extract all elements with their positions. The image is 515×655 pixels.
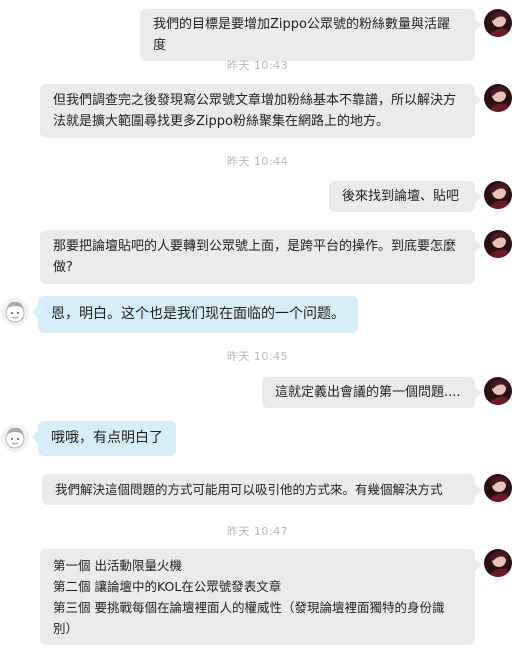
- sketch-face-avatar-icon: [1, 424, 29, 452]
- message-text: 哦哦，有点明白了: [51, 430, 163, 446]
- message-bubble[interactable]: 但我們調查完之後發現寫公眾號文章增加粉絲基本不靠譜，所以解決方法就是擴大範圍尋找…: [40, 84, 481, 138]
- message-text: 我們解決這個問題的方式可能用可以吸引他的方式來。有幾個解決方式: [55, 482, 443, 497]
- message-text: 這就定義出會議的第一個問題....: [275, 385, 461, 400]
- chat-window: 我們的目標是要增加Zippo公眾號的粉絲數量與活躍度 昨天 10:43 但我們調…: [0, 0, 515, 655]
- dark-portrait-avatar-icon: [484, 377, 512, 405]
- dark-portrait-avatar-icon: [484, 474, 512, 502]
- message-bubble[interactable]: 我們解決這個問題的方式可能用可以吸引他的方式來。有幾個解決方式: [42, 474, 481, 505]
- message-bubble[interactable]: 哦哦，有点明白了: [32, 421, 176, 456]
- message-line: 第三個 要挑戰每個在論壇裡面人的權威性（發現論壇裡面獨特的身份識別）: [53, 600, 445, 636]
- avatar[interactable]: [1, 424, 29, 452]
- message-bubble[interactable]: 恩，明白。这个也是我们现在面临的一个问题。: [32, 296, 358, 333]
- message-text: 但我們調查完之後發現寫公眾號文章增加粉絲基本不靠譜，所以解決方法就是擴大範圍尋找…: [53, 93, 457, 129]
- message-bubble[interactable]: 那要把論壇貼吧的人要轉到公眾號上面，是跨平台的操作。到底要怎麼做?: [40, 230, 481, 284]
- message-text: 恩，明白。这个也是我们现在面临的一个问题。: [51, 306, 345, 322]
- timestamp: 昨天 10:47: [226, 525, 289, 538]
- avatar[interactable]: [484, 377, 512, 405]
- message-line: 第一個 出活動限量火機: [53, 558, 182, 573]
- avatar[interactable]: [484, 549, 512, 577]
- dark-portrait-avatar-icon: [484, 181, 512, 209]
- avatar[interactable]: [484, 474, 512, 502]
- timestamp: 昨天 10:44: [226, 155, 289, 168]
- timestamp: 昨天 10:43: [226, 59, 289, 72]
- avatar[interactable]: [484, 181, 512, 209]
- dark-portrait-avatar-icon: [484, 84, 512, 112]
- message-bubble[interactable]: 我們的目標是要增加Zippo公眾號的粉絲數量與活躍度: [140, 9, 481, 61]
- dark-portrait-avatar-icon: [484, 9, 512, 37]
- message-bubble[interactable]: 後來找到論壇、貼吧: [329, 181, 481, 212]
- dark-portrait-avatar-icon: [484, 230, 512, 258]
- message-text: 那要把論壇貼吧的人要轉到公眾號上面，是跨平台的操作。到底要怎麼做?: [53, 239, 457, 275]
- avatar[interactable]: [484, 9, 512, 37]
- avatar[interactable]: [484, 230, 512, 258]
- message-text: 我們的目標是要增加Zippo公眾號的粉絲數量與活躍度: [153, 17, 450, 53]
- message-bubble[interactable]: 這就定義出會議的第一個問題....: [262, 377, 481, 408]
- dark-portrait-avatar-icon: [484, 549, 512, 577]
- message-line: 第二個 讓論壇中的KOL在公眾號發表文章: [53, 579, 282, 594]
- message-text: 後來找到論壇、貼吧: [342, 189, 460, 204]
- sketch-face-avatar-icon: [1, 298, 29, 326]
- timestamp: 昨天 10:45: [226, 350, 289, 363]
- avatar[interactable]: [484, 84, 512, 112]
- message-bubble[interactable]: 第一個 出活動限量火機 第二個 讓論壇中的KOL在公眾號發表文章 第三個 要挑戰…: [40, 549, 481, 645]
- avatar[interactable]: [1, 298, 29, 326]
